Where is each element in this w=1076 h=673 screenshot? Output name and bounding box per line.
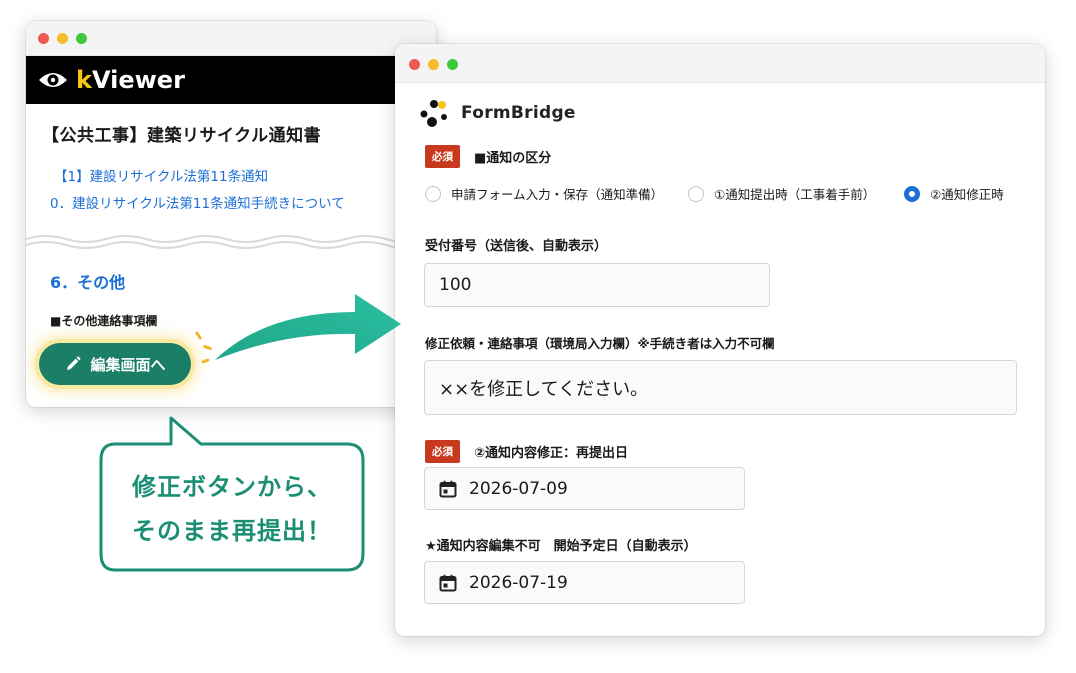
sparkle-icon (194, 330, 203, 341)
required-badge: 必須 (425, 145, 460, 168)
radio-circle[interactable] (688, 185, 704, 202)
eye-logo-icon (39, 73, 67, 87)
toc-link[interactable]: 【1】建設リサイクル法第11条通知 (54, 165, 268, 185)
formbridge-logo-icon (420, 100, 447, 127)
required-badge: 必須 (425, 440, 460, 463)
start-date-label: ★通知内容編集不可 開始予定日（自動表示） (425, 539, 697, 554)
radio-option-submit[interactable]: ①通知提出時（工事着手前） (688, 184, 875, 203)
other-notes-label: ■その他連絡事項欄 (50, 314, 158, 328)
calendar-icon[interactable] (439, 574, 457, 592)
receipt-number-label: 受付番号（送信後、自動表示） (425, 239, 608, 254)
brand-name: Viewer (91, 66, 185, 94)
resubmit-date-field[interactable]: 2026-07-09 (424, 467, 745, 510)
close-window-button[interactable] (409, 59, 420, 70)
edit-button-label: 編集画面へ (90, 355, 166, 374)
section-heading: 6．その他 (50, 273, 126, 292)
notice-type-label-row: 必須 ■通知の区分 (425, 145, 551, 168)
callout-line-2: そのまま再提出！ (132, 517, 332, 545)
callout-line-1: 修正ボタンから、 (132, 473, 332, 501)
radio-option-correction[interactable]: ②通知修正時 (904, 184, 1004, 203)
receipt-number-field[interactable]: 100 (424, 263, 770, 307)
curved-arrow-graphic (215, 294, 401, 360)
radio-circle[interactable] (425, 185, 441, 202)
close-window-button[interactable] (38, 33, 49, 44)
receipt-number-value: 100 (439, 275, 472, 295)
maximize-window-button[interactable] (76, 33, 87, 44)
resubmit-date-label: ②通知内容修正：再提出日 (474, 446, 629, 461)
correction-request-value: ××を修正してください。 (439, 378, 649, 400)
radio-circle-selected[interactable] (904, 185, 920, 202)
edit-screen-button[interactable]: 編集画面へ (39, 343, 191, 385)
pencil-icon (67, 356, 81, 370)
correction-request-label: 修正依頼・連絡事項（環境局入力欄）※手続き者は入力不可欄 (425, 336, 775, 351)
radio-label: 申請フォーム入力・保存（通知準備） (451, 187, 664, 202)
resubmit-date-label-row: 必須 ②通知内容修正：再提出日 (425, 440, 628, 463)
radio-option-prepare[interactable]: 申請フォーム入力・保存（通知準備） (425, 184, 663, 203)
kviewer-header: k Viewer (26, 56, 436, 104)
brand-k: k (76, 66, 92, 94)
minimize-window-button[interactable] (428, 59, 439, 70)
toc-link[interactable]: 0．建設リサイクル法第11条通知手続きについて (50, 192, 345, 212)
calendar-icon[interactable] (439, 480, 457, 498)
formbridge-window: FormBridge 必須 ■通知の区分 申請フォーム入力・保存（通知準備） ①… (395, 44, 1045, 636)
window-titlebar (26, 21, 436, 56)
formbridge-brand: FormBridge (461, 103, 576, 123)
radio-label: ②通知修正時 (930, 187, 1004, 202)
minimize-window-button[interactable] (57, 33, 68, 44)
wavy-divider (26, 235, 436, 249)
start-date-value: 2026-07-19 (469, 572, 568, 593)
radio-label: ①通知提出時（工事着手前） (714, 187, 876, 202)
start-date-field[interactable]: 2026-07-19 (424, 561, 745, 604)
document-title: 【公共工事】建築リサイクル通知書 (42, 126, 322, 146)
resubmit-date-value: 2026-07-09 (469, 478, 568, 499)
notice-type-label: ■通知の区分 (474, 151, 552, 166)
window-titlebar (395, 44, 1045, 83)
maximize-window-button[interactable] (447, 59, 458, 70)
correction-request-field[interactable]: ××を修正してください。 (424, 360, 1017, 415)
formbridge-logo: FormBridge (419, 98, 576, 128)
